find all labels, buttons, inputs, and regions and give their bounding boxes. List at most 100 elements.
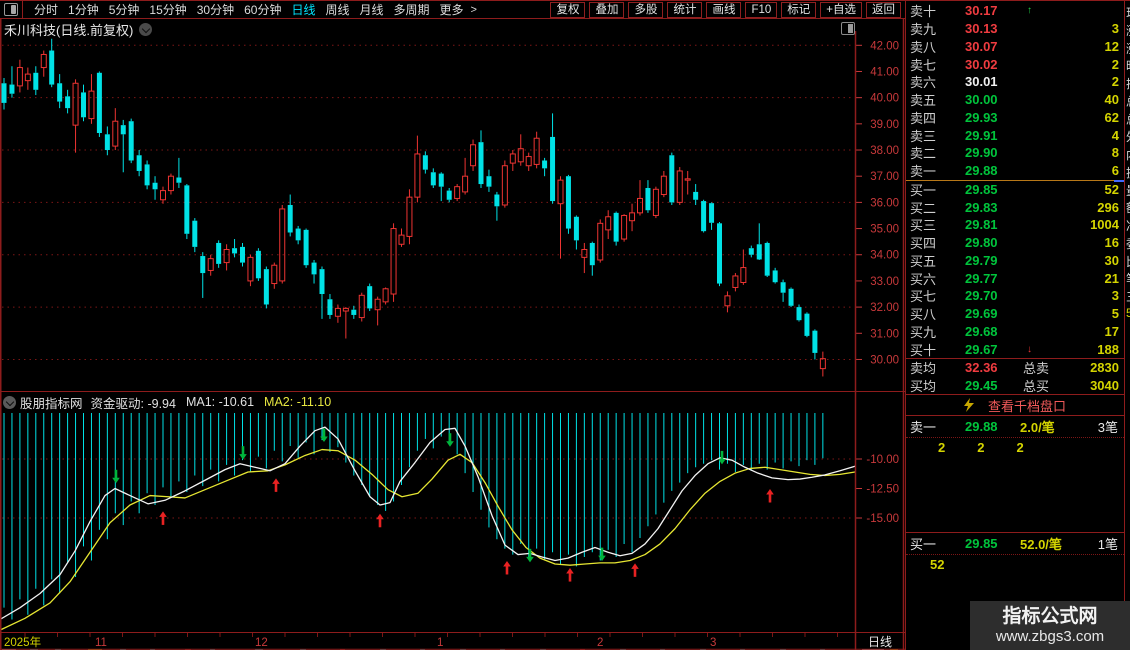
queue-order-size: 52 bbox=[930, 556, 945, 572]
period-tab-10[interactable]: 更多 bbox=[440, 3, 464, 17]
level-volume: 52 bbox=[1104, 181, 1119, 197]
sell-level-row[interactable]: 卖一 29.88 6 bbox=[906, 162, 1124, 180]
svg-text:-12.50: -12.50 bbox=[866, 484, 899, 496]
level-price: 30.00 bbox=[965, 92, 998, 108]
avg-cell: 卖均 bbox=[910, 361, 937, 377]
tool-button-1[interactable]: 叠加 bbox=[589, 1, 625, 18]
avg-cell: 总卖 bbox=[1023, 361, 1050, 377]
tool-button-2[interactable]: 多股 bbox=[628, 1, 664, 18]
buy-level-row[interactable]: 买六 29.77 21 bbox=[906, 269, 1124, 287]
scroll-up-icon[interactable]: ↑ bbox=[1027, 5, 1037, 16]
sell-queue: 卖十 30.17 ↑ 卖九 30.13 3 卖八 30.07 12 卖七 30.02 2 卖六 30.01… bbox=[906, 2, 1124, 180]
indicator-chevron-down-icon[interactable] bbox=[3, 395, 16, 409]
svg-text:36.00: 36.00 bbox=[870, 197, 899, 209]
tool-button-7[interactable]: +自选 bbox=[820, 1, 862, 18]
buy-level-row[interactable]: 买二 29.83 296 bbox=[906, 198, 1124, 216]
level-price: 29.93 bbox=[965, 109, 998, 125]
period-tab-4[interactable]: 30分钟 bbox=[197, 3, 234, 17]
svg-text:12: 12 bbox=[255, 637, 268, 649]
level-volume: 188 bbox=[1097, 341, 1119, 357]
buy-level-row[interactable]: 买八 29.69 5 bbox=[906, 305, 1124, 323]
price-gridlines bbox=[2, 44, 854, 360]
queue-order-size: 2 bbox=[938, 439, 946, 455]
period-tab-5[interactable]: 60分钟 bbox=[244, 3, 281, 17]
clipped-label: 委 bbox=[1126, 235, 1130, 252]
level-label: 卖九 bbox=[910, 22, 937, 38]
chart-svg[interactable]: 42.00 41.00 40.00 39.00 38.00 37.00 36.00 35.00… bbox=[0, 19, 905, 650]
svg-text:-15.00: -15.00 bbox=[866, 513, 899, 525]
date-axis: 2025年 11 12 1 2 3 bbox=[4, 633, 838, 649]
avg-totals: 卖均 32.36 总卖 2830 买均 29.45 总买 3040 bbox=[906, 359, 1124, 394]
tool-button-6[interactable]: 标记 bbox=[781, 1, 817, 18]
level-label: 买二 bbox=[910, 200, 937, 216]
level-label: 买五 bbox=[910, 253, 937, 269]
period-tab-8[interactable]: 月线 bbox=[360, 3, 384, 17]
scroll-down-icon[interactable]: ↓ bbox=[1027, 344, 1037, 355]
level-label: 买七 bbox=[910, 289, 937, 305]
svg-text:38.00: 38.00 bbox=[870, 145, 899, 157]
sell-level-row[interactable]: 卖二 29.90 8 bbox=[906, 144, 1124, 162]
level-label: 买九 bbox=[910, 324, 937, 340]
sell-level-row[interactable]: 卖九 30.13 3 bbox=[906, 20, 1124, 38]
tool-button-8[interactable]: 返回 bbox=[866, 1, 901, 18]
clipped-label: 额 bbox=[1126, 199, 1130, 216]
period-tab-9[interactable]: 多周期 bbox=[394, 3, 430, 17]
indicator-header: 股朋指标网 资金驱动: -9.94 MA1: -10.61 MA2: -11.1… bbox=[0, 393, 855, 411]
fund-indicator-bars bbox=[3, 413, 824, 620]
period-tab-0[interactable]: 分时 bbox=[34, 3, 58, 17]
sell-level-row[interactable]: 卖三 29.91 4 bbox=[906, 126, 1124, 144]
level-label: 卖五 bbox=[910, 93, 937, 109]
level-price: 30.02 bbox=[965, 56, 998, 72]
level2-link-row[interactable]: 查看千档盘口 bbox=[906, 394, 1124, 416]
detail-buy-per: 52.0/笔 bbox=[1020, 537, 1062, 552]
sell-level-row[interactable]: 卖六 30.01 2 bbox=[906, 73, 1124, 91]
level-volume: 30 bbox=[1104, 252, 1119, 268]
level-price: 30.13 bbox=[965, 21, 998, 37]
tool-button-4[interactable]: 画线 bbox=[706, 1, 742, 18]
buy-level-row[interactable]: 买七 29.70 3 bbox=[906, 287, 1124, 305]
layout-pane-icon[interactable] bbox=[4, 3, 18, 16]
period-tab-7[interactable]: 周线 bbox=[325, 3, 349, 17]
buy-level-row[interactable]: 买九 29.68 17 bbox=[906, 323, 1124, 341]
tool-button-0[interactable]: 复权 bbox=[550, 1, 586, 18]
avg-cell: 总买 bbox=[1023, 378, 1050, 394]
sell-level-row[interactable]: 卖五 30.00 40 bbox=[906, 91, 1124, 109]
detail-sell-row[interactable]: 卖一 29.88 2.0/笔 3笔 bbox=[906, 416, 1124, 437]
sell-level-row[interactable]: 卖七 30.02 2 bbox=[906, 55, 1124, 73]
ma1-line bbox=[0, 426, 856, 621]
period-tab-3[interactable]: 15分钟 bbox=[149, 3, 186, 17]
buy-level-row[interactable]: 买四 29.80 16 bbox=[906, 234, 1124, 252]
avg-cell: 2830 bbox=[1090, 360, 1119, 376]
level-volume: 16 bbox=[1104, 235, 1119, 251]
indicator-gridlines bbox=[2, 458, 854, 519]
period-tab-6[interactable]: 日线 bbox=[291, 3, 315, 17]
more-chevron-icon[interactable]: > bbox=[471, 4, 477, 16]
detail-sell-label: 卖一 bbox=[910, 420, 937, 435]
detail-buy-row[interactable]: 买一 29.85 52.0/笔 1笔 bbox=[906, 533, 1124, 554]
sell-level-row[interactable]: 卖十 30.17 ↑ bbox=[906, 2, 1124, 20]
watermark-title: 指标公式网 bbox=[1002, 605, 1098, 627]
sell-level-row[interactable]: 卖四 29.93 62 bbox=[906, 109, 1124, 127]
detail-buy-count: 1笔 bbox=[1097, 537, 1118, 552]
price-axis-labels: 42.00 41.00 40.00 39.00 38.00 37.00 36.00 35.00… bbox=[856, 40, 899, 366]
mid-price-separator bbox=[906, 179, 1124, 182]
period-tab-2[interactable]: 5分钟 bbox=[109, 3, 140, 17]
level-volume: 21 bbox=[1104, 270, 1119, 286]
clipped-label: 涨 bbox=[1126, 22, 1130, 39]
split-pane-icon[interactable] bbox=[841, 22, 855, 35]
title-chevron-down-icon[interactable] bbox=[139, 23, 153, 36]
period-tab-1[interactable]: 1分钟 bbox=[68, 3, 99, 17]
level-volume: 296 bbox=[1097, 199, 1119, 215]
buy-level-row[interactable]: 买十 29.67 ↓ 188 bbox=[906, 340, 1124, 358]
level-volume: 4 bbox=[1111, 127, 1119, 143]
svg-text:35.00: 35.00 bbox=[870, 224, 899, 236]
buy-level-row[interactable]: 买三 29.81 1004 bbox=[906, 216, 1124, 234]
avg-cell: 29.45 bbox=[965, 377, 998, 393]
buy-level-row[interactable]: 买五 29.79 30 bbox=[906, 252, 1124, 270]
level-volume: 5 bbox=[1111, 306, 1119, 322]
candles bbox=[1, 38, 826, 377]
tool-button-5[interactable]: F10 bbox=[745, 1, 778, 18]
sell-level-row[interactable]: 卖八 30.07 12 bbox=[906, 38, 1124, 56]
buy-level-row[interactable]: 买一 29.85 52 bbox=[906, 181, 1124, 199]
tool-button-3[interactable]: 统计 bbox=[667, 1, 703, 18]
